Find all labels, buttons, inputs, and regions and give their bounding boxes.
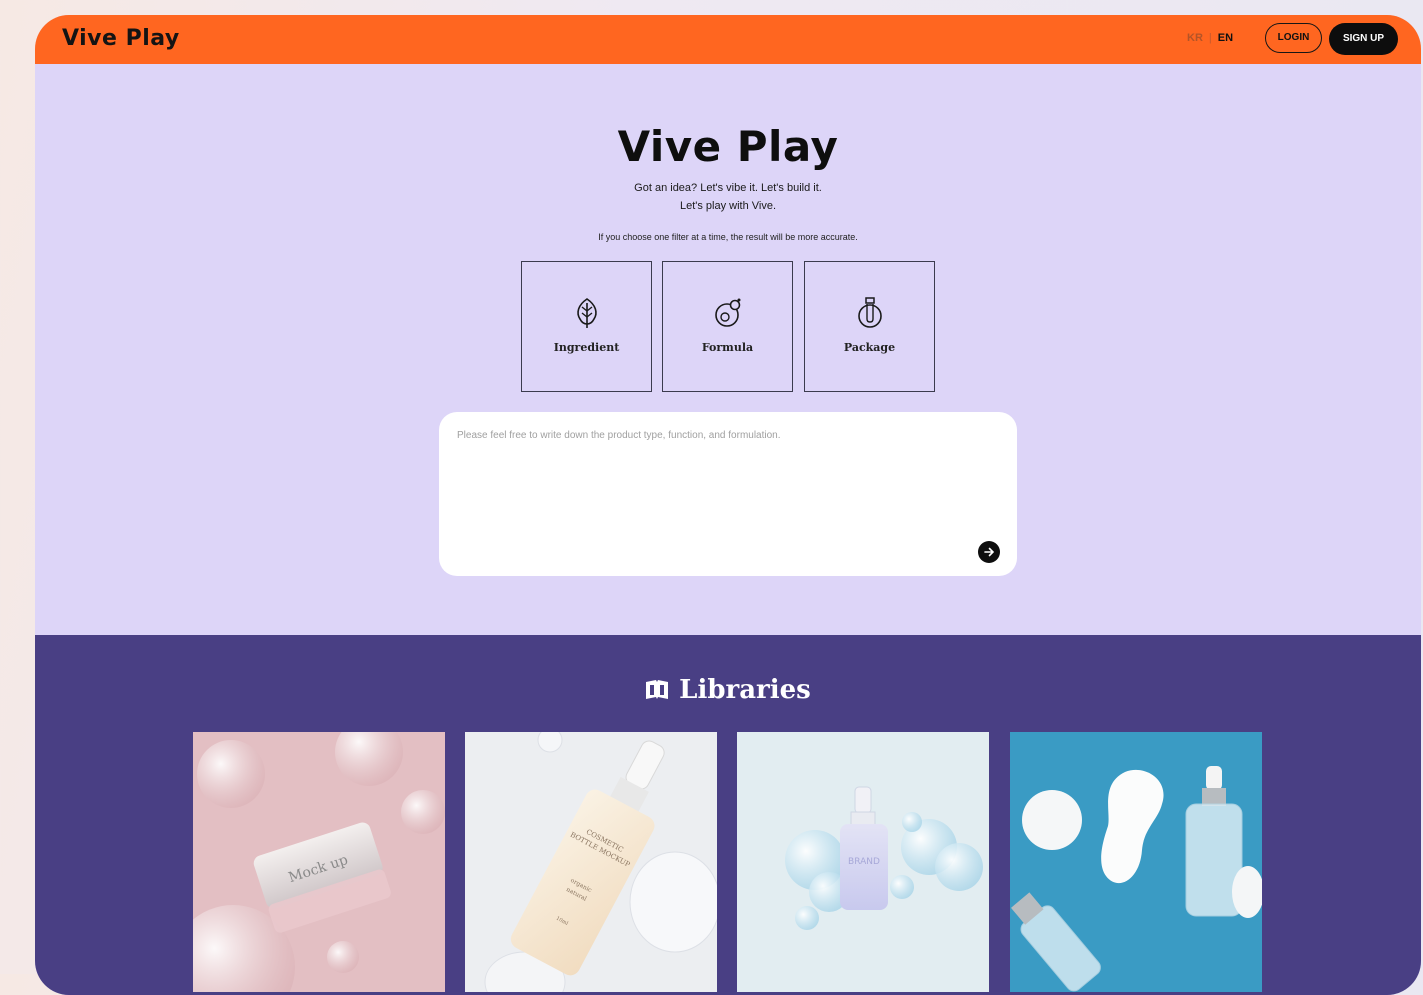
cream-jar-image: Mock up [193, 732, 445, 992]
filter-package[interactable]: Package [804, 261, 935, 392]
library-card-gua-sha[interactable] [1010, 732, 1262, 992]
hero-title: Vive Play [617, 122, 839, 171]
serum-bottle-image: COSMETIC BOTTLE MOCKUP organic natural 1… [465, 732, 717, 992]
brand-bottle-label: BRAND [848, 857, 880, 867]
leaf-icon [577, 298, 597, 328]
filter-ingredient[interactable]: Ingredient [521, 261, 652, 392]
libraries-section: Libraries Mock up COSMETIC BOTTLE MOCKUP… [35, 635, 1421, 995]
lang-separator: | [1208, 32, 1212, 44]
top-navbar: Vive Play KR | EN LOGIN SIGN UP [35, 15, 1421, 64]
arrow-right-icon [984, 547, 995, 557]
flask-icon [715, 298, 741, 327]
bottle-icon [858, 297, 882, 328]
filter-formula[interactable]: Formula [662, 261, 793, 392]
hero-tagline-line1: Got an idea? Let's vibe it. Let's build … [634, 182, 822, 194]
filter-hint: If you choose one filter at a time, the … [598, 232, 858, 242]
library-card-serum-bottle[interactable]: COSMETIC BOTTLE MOCKUP organic natural 1… [465, 732, 717, 992]
hero-section: Vive Play Got an idea? Let's vibe it. Le… [35, 64, 1421, 635]
filter-ingredient-label: Ingredient [553, 341, 620, 354]
send-button[interactable] [978, 541, 1000, 563]
libraries-heading: Libraries [35, 675, 1421, 705]
language-switcher: KR | EN [1187, 32, 1233, 44]
library-card-brand-bottle[interactable]: BRAND [737, 732, 989, 992]
lang-kr-option[interactable]: KR [1187, 32, 1203, 44]
library-card-cream-jar[interactable]: Mock up [193, 732, 445, 992]
app-window: Vive Play KR | EN LOGIN SIGN UP Vive Play … [35, 15, 1421, 995]
signup-button[interactable]: SIGN UP [1329, 23, 1398, 55]
book-icon [646, 680, 669, 699]
brand-bottle-image: BRAND [737, 732, 989, 992]
libraries-title: Libraries [679, 675, 811, 705]
prompt-input[interactable] [457, 430, 977, 550]
logo[interactable]: Vive Play [62, 26, 180, 51]
login-button[interactable]: LOGIN [1265, 23, 1322, 53]
prompt-box [439, 412, 1017, 576]
filter-formula-label: Formula [701, 341, 754, 354]
lang-en-option[interactable]: EN [1218, 32, 1233, 44]
gua-sha-image [1010, 732, 1262, 992]
hero-tagline-line2: Let's play with Vive. [679, 200, 777, 212]
filter-package-label: Package [843, 341, 896, 354]
